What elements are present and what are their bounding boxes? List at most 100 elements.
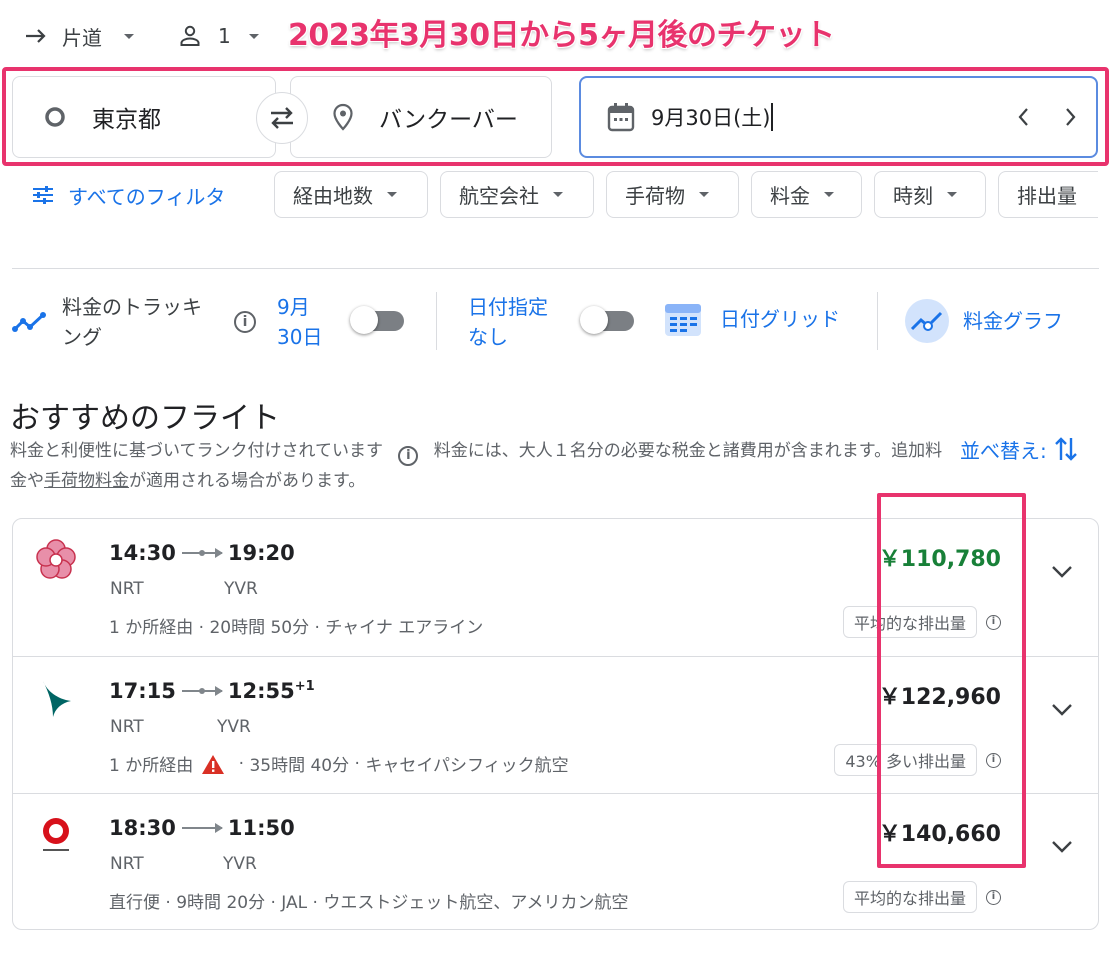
toggle-knob — [350, 306, 378, 334]
arrive-time: 12:55 — [227, 679, 295, 703]
separator: · — [309, 618, 326, 638]
filter-chip-stops[interactable]: 経由地数 — [274, 171, 428, 218]
date-grid-button[interactable]: 日付グリッド — [662, 298, 840, 340]
separator: · — [265, 893, 282, 913]
day-offset: +1 — [294, 679, 315, 694]
flight-meta: 直行便 · 9時間 20分 · JAL · ウエストジェット航空、アメリカン航空 — [109, 888, 628, 913]
flight-times: 17:15 12:55+1 — [109, 679, 315, 703]
filter-chip-label: 料金 — [770, 184, 810, 208]
flight-arrow-icon — [181, 823, 223, 833]
trip-type-label: 片道 — [62, 25, 102, 50]
jal-logo — [43, 818, 69, 851]
tracking-date[interactable]: 9月30日 — [277, 292, 327, 352]
filter-chip-bags[interactable]: 手荷物 — [606, 171, 739, 218]
trending-icon — [12, 312, 46, 332]
trip-type-select[interactable]: 片道 — [24, 22, 134, 50]
sort-icon — [1054, 437, 1077, 461]
price-graph-icon — [905, 299, 949, 343]
divider — [436, 292, 437, 350]
airline: キャセイパシフィック航空 — [365, 756, 569, 776]
airline: JAL · ウエストジェット航空、アメリカン航空 — [281, 893, 629, 913]
flight-times: 14:30 19:20 — [109, 541, 295, 565]
date-grid-icon — [665, 304, 701, 336]
china-airlines-logo — [36, 539, 76, 579]
annotation-highlight-search — [2, 67, 1109, 166]
duration: 9時間 20分 — [176, 893, 266, 913]
chevron-down-icon[interactable] — [1050, 563, 1074, 579]
annotation-title: 2023年3月30日から5ヶ月後のチケット — [288, 18, 835, 53]
flight-meta: 1 か所経由 · 20時間 50分 · チャイナ エアライン — [109, 613, 483, 638]
filter-chip-emissions[interactable]: 排出量 — [998, 171, 1098, 218]
filter-chip-label: 時刻 — [893, 184, 933, 208]
chevron-down-icon — [699, 192, 709, 197]
separator: · — [349, 753, 366, 774]
chevron-down-icon — [824, 192, 834, 197]
warning-icon — [202, 754, 225, 774]
separator: · — [193, 618, 210, 638]
separator: · — [233, 753, 250, 774]
depart-time: 17:15 — [109, 679, 176, 703]
destination-code: YVR — [217, 717, 251, 737]
depart-time: 18:30 — [109, 816, 176, 840]
description-fees: が適用される場合があります。 — [129, 471, 366, 491]
annotation-highlight-prices — [877, 493, 1026, 868]
origin-code: NRT — [110, 717, 144, 737]
arrow-right-icon — [26, 29, 46, 43]
filter-chip-label: 手荷物 — [625, 184, 685, 208]
filter-chip-price[interactable]: 料金 — [751, 171, 862, 218]
baggage-fees-link[interactable]: 手荷物料金 — [44, 471, 129, 491]
origin-code: NRT — [110, 579, 144, 599]
duration: 35時間 40分 — [249, 756, 350, 776]
price-graph-label: 料金グラフ — [963, 309, 1063, 333]
arrive-time: 11:50 — [227, 816, 295, 840]
stops: 1 か所経由 — [109, 756, 194, 776]
divider — [12, 268, 1099, 269]
cathay-pacific-logo — [43, 681, 71, 717]
info-icon[interactable]: i — [234, 311, 256, 333]
filter-chip-label: 航空会社 — [459, 184, 539, 208]
person-icon — [180, 25, 200, 46]
separator: · — [160, 893, 177, 913]
tune-icon — [33, 186, 53, 204]
flight-meta: 1 か所経由 · 35時間 40分 · キャセイパシフィック航空 — [109, 751, 569, 777]
chevron-down-icon — [124, 33, 134, 39]
sort-button[interactable]: 並べ替え: — [960, 434, 1079, 464]
depart-time: 14:30 — [109, 541, 176, 565]
chevron-down-icon — [248, 33, 259, 39]
stops: 直行便 — [109, 893, 160, 913]
origin-code: NRT — [110, 854, 144, 874]
duration: 20時間 50分 — [209, 618, 310, 638]
divider — [877, 292, 878, 350]
price-graph-button[interactable]: 料金グラフ — [904, 298, 1063, 344]
chevron-down-icon — [553, 192, 563, 197]
info-icon[interactable]: i — [398, 446, 419, 466]
info-icon[interactable]: i — [986, 890, 1001, 905]
passengers-select[interactable]: 1 — [178, 22, 259, 50]
filter-chip-label: 排出量 — [1017, 184, 1077, 208]
filter-chip-label: 経由地数 — [293, 184, 373, 208]
flight-arrow-icon — [181, 548, 223, 558]
all-filters-button[interactable]: すべてのフィルタ — [32, 178, 225, 212]
sort-label: 並べ替え: — [960, 438, 1047, 463]
flight-times: 18:30 11:50 — [109, 816, 295, 840]
chevron-down-icon — [947, 192, 957, 197]
any-dates-label[interactable]: 日付指定なし — [468, 292, 560, 352]
chevron-down-icon[interactable] — [1050, 701, 1074, 717]
filter-chip-times[interactable]: 時刻 — [874, 171, 986, 218]
date-grid-label: 日付グリッド — [720, 307, 840, 331]
chevron-down-icon — [387, 192, 397, 197]
chevron-down-icon[interactable] — [1050, 838, 1074, 854]
arrive-time: 19:20 — [227, 541, 295, 565]
toggle-knob — [580, 306, 608, 334]
flight-arrow-icon — [181, 686, 223, 696]
destination-code: YVR — [224, 579, 258, 599]
stops: 1 か所経由 — [109, 618, 194, 638]
section-title: おすすめのフライト — [10, 401, 280, 436]
any-dates-toggle[interactable] — [580, 306, 636, 334]
destination-code: YVR — [223, 854, 257, 874]
section-description: 料金と利便性に基づいてランク付けされています i 料金には、大人１名分の必要な税… — [10, 436, 945, 496]
passenger-count: 1 — [218, 24, 231, 48]
price-tracking-label: 料金のトラッキング — [62, 295, 202, 349]
filter-chip-airlines[interactable]: 航空会社 — [440, 171, 594, 218]
price-tracking-toggle[interactable] — [350, 306, 406, 334]
